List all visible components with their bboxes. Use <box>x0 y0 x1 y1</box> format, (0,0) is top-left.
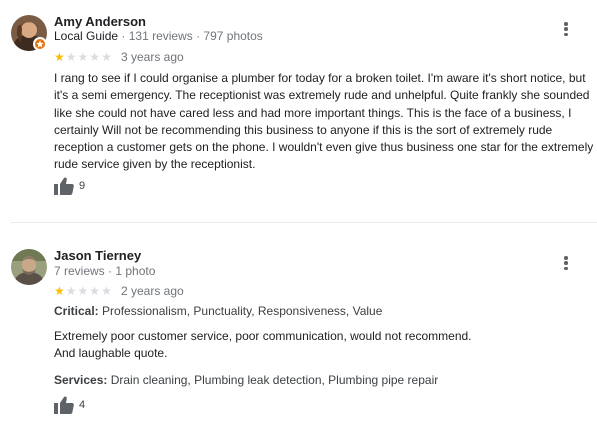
review-text: Extremely poor customer service, poor co… <box>54 328 594 363</box>
local-guide-badge-icon <box>33 37 47 51</box>
critical-attributes: Critical: Professionalism, Punctuality, … <box>54 304 382 318</box>
reviewer-name[interactable]: Jason Tierney <box>54 248 141 263</box>
services-attributes: Services: Drain cleaning, Plumbing leak … <box>54 373 438 387</box>
star-empty-icon: ★ <box>65 284 77 298</box>
thumbs-up-icon <box>54 177 74 195</box>
like-count: 9 <box>79 180 86 192</box>
star-filled-icon: ★ <box>54 284 65 298</box>
star-rating: ★ ★ ★ ★ ★ <box>54 51 112 63</box>
reviewer-meta: Local Guide · 131 reviews · 797 photos <box>54 29 263 43</box>
star-empty-icon: ★ <box>89 50 101 64</box>
critical-value: Professionalism, Punctuality, Responsive… <box>102 304 383 318</box>
star-empty-icon: ★ <box>101 50 112 64</box>
review-divider <box>11 222 597 223</box>
review-text: I rang to see if I could organise a plum… <box>54 71 594 172</box>
more-options-icon[interactable] <box>560 21 572 37</box>
review-count: 131 reviews <box>128 29 193 43</box>
review-count: 7 reviews <box>54 264 105 278</box>
star-empty-icon: ★ <box>77 50 89 64</box>
star-empty-icon: ★ <box>101 284 112 298</box>
like-button[interactable]: 9 <box>54 177 85 195</box>
photo-count: 1 photo <box>115 264 156 278</box>
review-date: 3 years ago <box>121 50 184 64</box>
star-empty-icon: ★ <box>77 284 89 298</box>
review-text-line: Extremely poor customer service, poor co… <box>54 329 472 343</box>
more-options-icon[interactable] <box>560 255 572 271</box>
thumbs-up-icon <box>54 396 74 414</box>
services-label: Services: <box>54 373 108 387</box>
review-date: 2 years ago <box>121 284 184 298</box>
meta-separator: · <box>104 264 116 278</box>
photo-count: 797 photos <box>203 29 263 43</box>
avatar[interactable] <box>11 249 47 285</box>
local-guide-label: Local Guide <box>54 29 119 43</box>
reviewer-meta: 7 reviews · 1 photo <box>54 264 155 278</box>
star-rating: ★ ★ ★ ★ ★ <box>54 285 112 297</box>
critical-label: Critical: <box>54 304 99 318</box>
reviewer-name[interactable]: Amy Anderson <box>54 14 146 29</box>
meta-separator: · <box>118 29 129 43</box>
like-count: 4 <box>79 399 86 411</box>
star-empty-icon: ★ <box>89 284 101 298</box>
review-text-line: And laughable quote. <box>54 346 168 361</box>
services-value: Drain cleaning, Plumbing leak detection,… <box>110 373 439 387</box>
star-empty-icon: ★ <box>65 50 77 64</box>
like-button[interactable]: 4 <box>54 396 85 414</box>
meta-separator: · <box>192 29 204 43</box>
star-filled-icon: ★ <box>54 50 65 64</box>
